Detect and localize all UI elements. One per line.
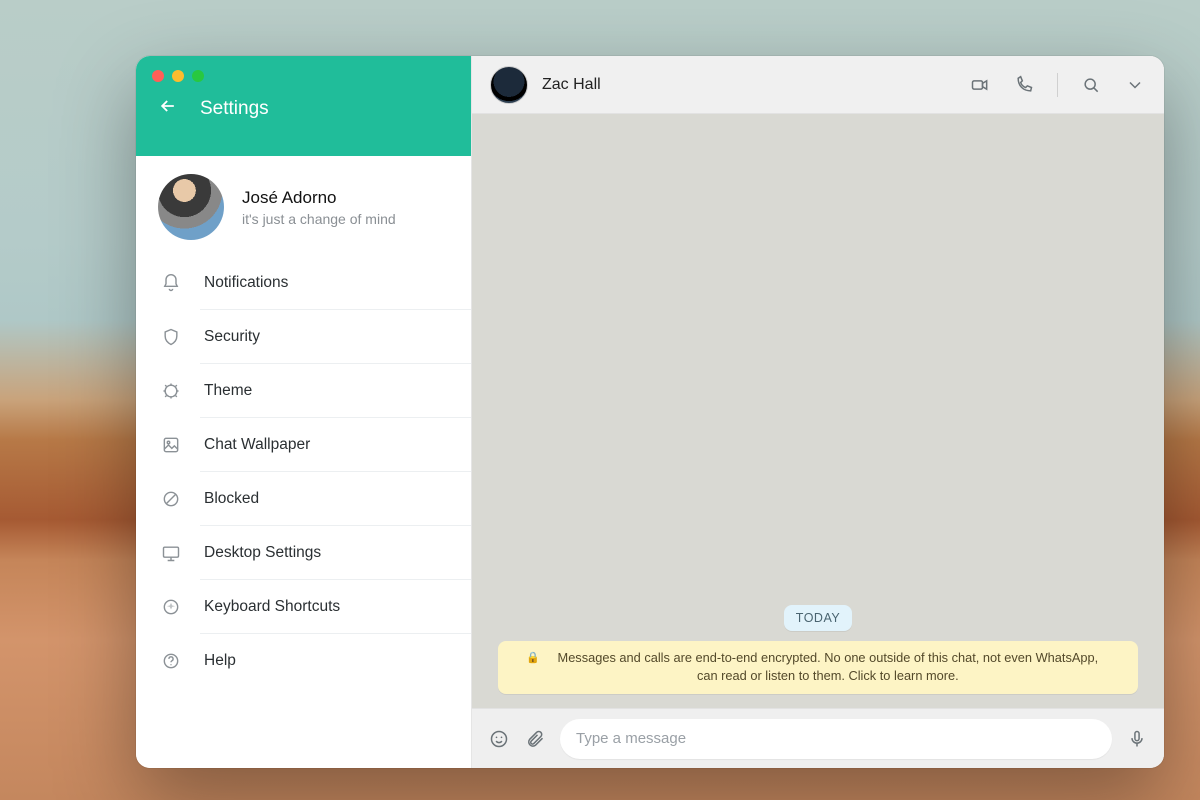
profile-name: José Adorno bbox=[242, 188, 396, 208]
voice-call-button[interactable] bbox=[1013, 74, 1035, 96]
back-button[interactable] bbox=[158, 96, 178, 121]
chat-header: Zac Hall bbox=[472, 56, 1164, 114]
desktop-icon bbox=[160, 542, 182, 564]
profile-avatar bbox=[158, 174, 224, 240]
menu-label: Blocked bbox=[204, 490, 259, 508]
video-call-button[interactable] bbox=[969, 74, 991, 96]
desktop-background: Settings José Adorno it's just a change … bbox=[0, 0, 1200, 800]
contact-avatar[interactable] bbox=[490, 66, 528, 104]
keyboard-icon bbox=[160, 596, 182, 618]
menu-label: Help bbox=[204, 652, 236, 670]
wallpaper-icon bbox=[160, 434, 182, 456]
shield-icon bbox=[160, 326, 182, 348]
emoji-button[interactable] bbox=[488, 728, 510, 750]
encryption-text: Messages and calls are end-to-end encryp… bbox=[546, 649, 1110, 686]
chat-pane: Zac Hall bbox=[472, 56, 1164, 768]
menu-label: Theme bbox=[204, 382, 252, 400]
message-composer bbox=[472, 708, 1164, 768]
lock-icon: 🔒 bbox=[526, 649, 540, 667]
window-controls bbox=[136, 56, 471, 86]
profile-row[interactable]: José Adorno it's just a change of mind bbox=[136, 156, 471, 256]
menu-label: Security bbox=[204, 328, 260, 346]
menu-item-security[interactable]: Security bbox=[136, 310, 471, 364]
theme-icon bbox=[160, 380, 182, 402]
attach-button[interactable] bbox=[524, 728, 546, 750]
menu-label: Notifications bbox=[204, 274, 288, 292]
profile-status: it's just a change of mind bbox=[242, 211, 396, 227]
settings-title: Settings bbox=[200, 98, 269, 120]
window-zoom-button[interactable] bbox=[192, 70, 204, 82]
help-icon bbox=[160, 650, 182, 672]
window-titlebar: Settings bbox=[136, 56, 471, 156]
bell-icon bbox=[160, 272, 182, 294]
message-input-wrap bbox=[560, 719, 1112, 759]
date-separator: TODAY bbox=[784, 605, 852, 631]
mic-button[interactable] bbox=[1126, 728, 1148, 750]
chat-messages-area: TODAY 🔒 Messages and calls are end-to-en… bbox=[472, 114, 1164, 708]
window-close-button[interactable] bbox=[152, 70, 164, 82]
menu-item-blocked[interactable]: Blocked bbox=[136, 472, 471, 526]
menu-label: Chat Wallpaper bbox=[204, 436, 310, 454]
message-input[interactable] bbox=[576, 730, 1096, 747]
menu-item-shortcuts[interactable]: Keyboard Shortcuts bbox=[136, 580, 471, 634]
menu-item-help[interactable]: Help bbox=[136, 634, 471, 688]
window-minimize-button[interactable] bbox=[172, 70, 184, 82]
header-divider bbox=[1057, 73, 1058, 97]
contact-name[interactable]: Zac Hall bbox=[542, 76, 955, 94]
chevron-down-icon[interactable] bbox=[1124, 74, 1146, 96]
encryption-notice[interactable]: 🔒 Messages and calls are end-to-end encr… bbox=[498, 641, 1138, 694]
settings-menu: Notifications Security Theme bbox=[136, 256, 471, 688]
blocked-icon bbox=[160, 488, 182, 510]
menu-item-wallpaper[interactable]: Chat Wallpaper bbox=[136, 418, 471, 472]
menu-item-theme[interactable]: Theme bbox=[136, 364, 471, 418]
search-button[interactable] bbox=[1080, 74, 1102, 96]
menu-label: Keyboard Shortcuts bbox=[204, 598, 340, 616]
menu-item-notifications[interactable]: Notifications bbox=[136, 256, 471, 310]
settings-sidebar: Settings José Adorno it's just a change … bbox=[136, 56, 472, 768]
menu-item-desktop[interactable]: Desktop Settings bbox=[136, 526, 471, 580]
menu-label: Desktop Settings bbox=[204, 544, 321, 562]
app-window: Settings José Adorno it's just a change … bbox=[136, 56, 1164, 768]
